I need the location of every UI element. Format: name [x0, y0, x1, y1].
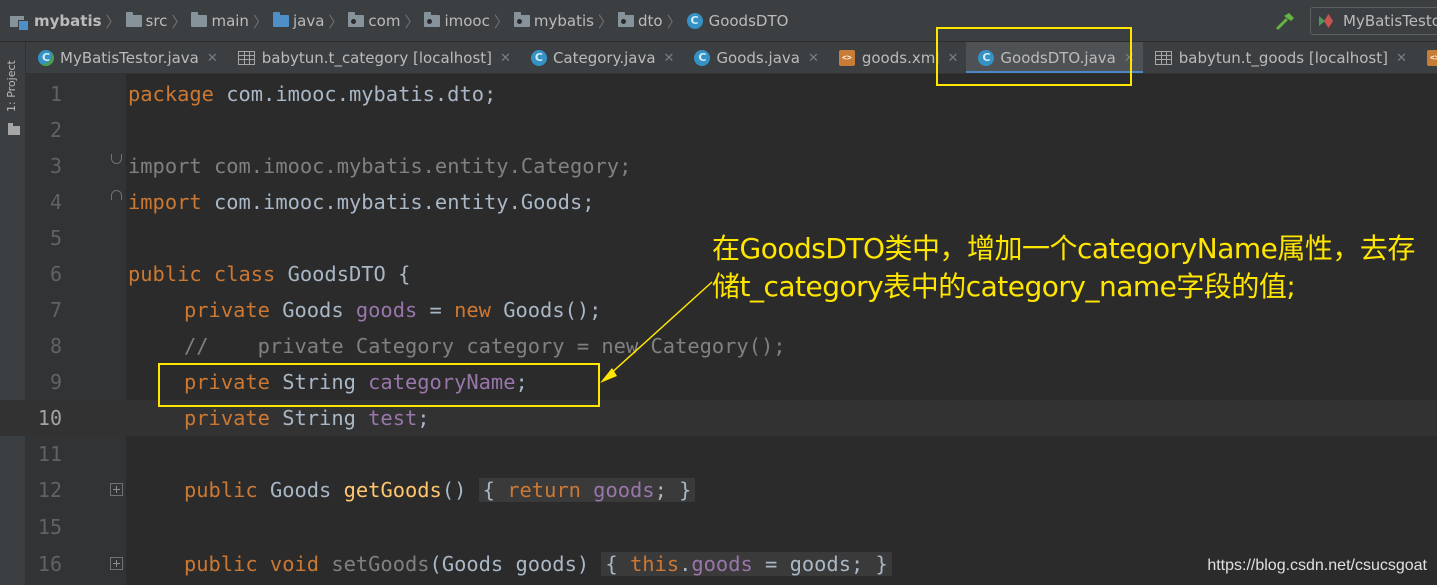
class-icon: C [694, 50, 711, 66]
fold-start-icon[interactable] [111, 154, 122, 164]
breadcrumb-item-java[interactable]: java [272, 12, 324, 30]
close-icon[interactable]: ✕ [500, 51, 511, 66]
code-line: 3 import com.imooc.mybatis.entity.Catego… [0, 148, 1437, 184]
code-line: 2 [0, 112, 1437, 148]
line-number: 5 [49, 226, 62, 250]
xml-icon: <> [838, 50, 855, 66]
folder-icon [191, 12, 208, 27]
build-hammer-icon[interactable] [1276, 12, 1296, 30]
line-number: 6 [49, 262, 62, 286]
fold-end-icon[interactable] [111, 190, 122, 200]
breadcrumb-item-mybatis-module[interactable]: mybatis [10, 12, 102, 31]
chevron-right-icon: 〉 [666, 12, 682, 31]
line-number: 8 [49, 334, 62, 358]
run-config-icon [1319, 14, 1335, 28]
code-comment[interactable]: // private Category category = new Categ… [184, 328, 786, 364]
line-number: 11 [37, 442, 62, 466]
editor-tab-bar: C MyBatisTestor.java ✕ babytun.t_categor… [26, 42, 1437, 74]
code-text[interactable]: public void setGoods(Goods goods) { this… [184, 546, 892, 582]
breadcrumb-item-src[interactable]: src [125, 12, 167, 30]
chevron-right-icon: 〉 [252, 12, 268, 31]
line-number: 10 [37, 406, 62, 430]
module-icon [10, 14, 29, 31]
line-number: 1 [49, 82, 62, 106]
breadcrumb-item-dto[interactable]: dto [617, 12, 663, 30]
code-line: 12 public Goods getGoods() { return good… [0, 472, 1437, 508]
package-icon [348, 12, 365, 27]
navigation-bar: mybatis 〉 src 〉 main 〉 java 〉 com 〉 imoo… [0, 0, 1437, 42]
table-icon [237, 51, 255, 65]
folder-icon [125, 12, 142, 27]
chevron-right-icon: 〉 [328, 12, 344, 31]
class-icon: C [38, 50, 54, 66]
folded-region[interactable]: { return goods; } [478, 478, 696, 502]
tab-goods-java[interactable]: C Goods.java ✕ [682, 42, 826, 73]
line-number: 7 [49, 298, 62, 322]
annotation-note: 在GoodsDTO类中，增加一个categoryName属性，去存储t_cate… [712, 232, 1415, 303]
line-number: 15 [37, 515, 62, 539]
code-text[interactable]: public Goods getGoods() { return goods; … [184, 472, 696, 508]
code-text[interactable]: package com.imooc.mybatis.dto; [128, 76, 496, 112]
highlight-box-active-tab [936, 27, 1132, 86]
package-icon [617, 12, 634, 27]
line-number: 4 [49, 190, 62, 214]
line-number: 12 [37, 478, 62, 502]
line-number: 9 [49, 370, 62, 394]
breadcrumb-item-main[interactable]: main [191, 12, 249, 30]
folded-region[interactable]: { this.goods = goods; } [601, 552, 892, 576]
chevron-right-icon: 〉 [597, 12, 613, 31]
line-number: 16 [37, 552, 62, 576]
class-icon: C [686, 13, 703, 29]
breadcrumb-item-goodsdto[interactable]: C GoodsDTO [686, 12, 788, 30]
run-configuration-selector[interactable]: MyBatisTestor [1310, 7, 1437, 35]
xml-icon: <> [1426, 50, 1437, 66]
tab-babytun-t-category[interactable]: babytun.t_category [localhost] ✕ [226, 42, 519, 73]
chevron-right-icon: 〉 [171, 12, 187, 31]
package-icon [424, 12, 441, 27]
breadcrumb-item-mybatis-package[interactable]: mybatis [513, 12, 594, 30]
package-icon [513, 12, 530, 27]
code-line: 15 [0, 509, 1437, 545]
code-line: 1 package com.imooc.mybatis.dto; [0, 76, 1437, 112]
fold-expand-icon[interactable] [110, 557, 123, 570]
watermark: https://blog.csdn.net/csucsgoat [1207, 557, 1427, 574]
code-line: 11 [0, 436, 1437, 472]
breadcrumb: mybatis 〉 src 〉 main 〉 java 〉 com 〉 imoo… [10, 11, 788, 31]
tab-truncated[interactable]: <> m [1415, 42, 1437, 73]
line-number: 2 [49, 118, 62, 142]
source-folder-icon [272, 12, 289, 27]
fold-expand-icon[interactable] [110, 483, 123, 496]
chevron-right-icon: 〉 [105, 12, 121, 31]
tab-mybatistestor-java[interactable]: C MyBatisTestor.java ✕ [26, 42, 226, 73]
tab-category-java[interactable]: C Category.java ✕ [519, 42, 682, 73]
code-text[interactable]: private Goods goods = new Goods(); [184, 292, 601, 328]
code-text[interactable]: public class GoodsDTO { [128, 256, 410, 292]
highlight-box-categoryname-field [158, 363, 600, 407]
close-icon[interactable]: ✕ [808, 51, 819, 66]
table-icon [1154, 51, 1172, 65]
chevron-right-icon: 〉 [404, 12, 420, 31]
close-icon[interactable]: ✕ [1396, 51, 1407, 66]
code-line: 4 import com.imooc.mybatis.entity.Goods; [0, 184, 1437, 220]
code-text[interactable]: import com.imooc.mybatis.entity.Category… [128, 148, 631, 184]
breadcrumb-item-imooc[interactable]: imooc [424, 12, 490, 30]
close-icon[interactable]: ✕ [664, 51, 675, 66]
chevron-right-icon: 〉 [493, 12, 509, 31]
class-icon: C [530, 50, 547, 66]
breadcrumb-item-com[interactable]: com [348, 12, 400, 30]
code-line: 8 // private Category category = new Cat… [0, 328, 1437, 364]
line-number: 3 [49, 154, 62, 178]
close-icon[interactable]: ✕ [207, 51, 218, 66]
code-text[interactable]: import com.imooc.mybatis.entity.Goods; [128, 184, 595, 220]
tab-babytun-t-goods[interactable]: babytun.t_goods [localhost] ✕ [1143, 42, 1415, 73]
